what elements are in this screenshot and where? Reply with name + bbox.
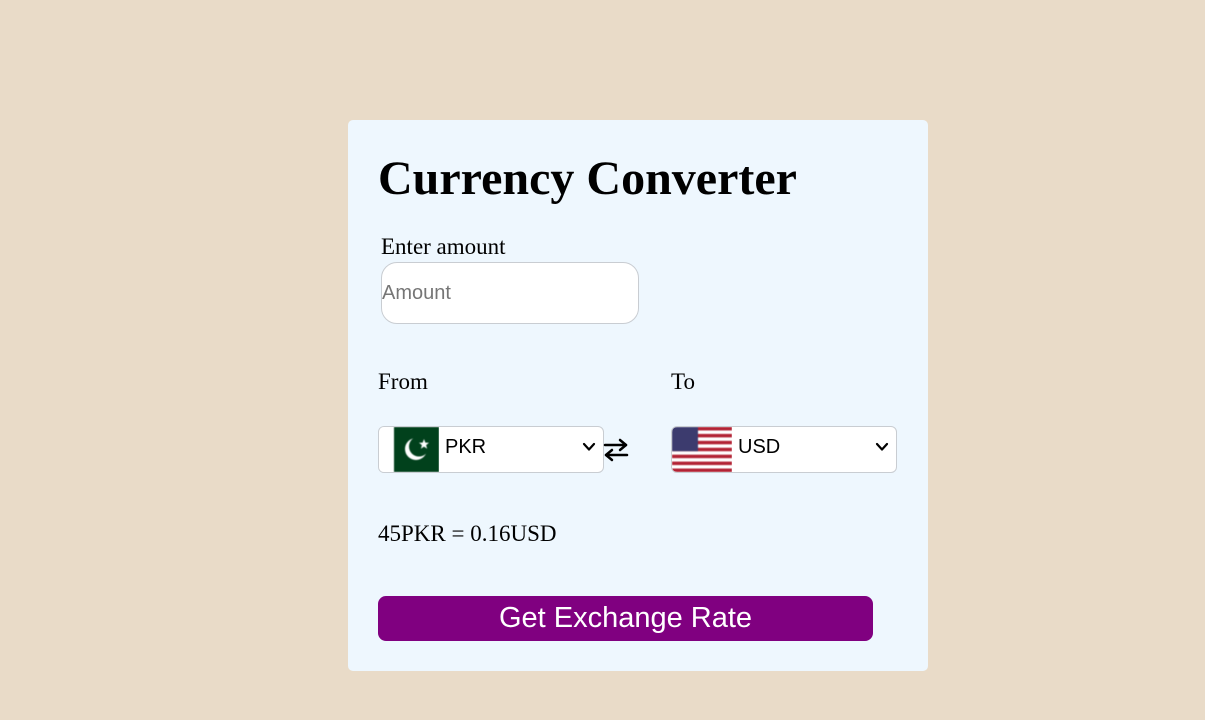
pakistan-flag-icon: [379, 427, 439, 472]
from-currency-value: PKR: [445, 436, 487, 458]
swap-arrows-icon[interactable]: [602, 436, 630, 464]
page-title: Currency Converter: [378, 152, 797, 205]
exchange-result: 45PKR = 0.16USD: [378, 521, 557, 546]
from-label: From: [378, 369, 428, 394]
chevron-down-icon: [875, 442, 889, 451]
converter-card: Currency Converter Enter amount From To …: [348, 120, 928, 671]
from-currency-select[interactable]: PKR: [378, 426, 604, 473]
amount-label: Enter amount: [381, 234, 506, 259]
usa-flag-icon: [672, 427, 732, 472]
chevron-down-icon: [582, 442, 596, 451]
to-label: To: [671, 369, 695, 394]
get-exchange-rate-button[interactable]: Get Exchange Rate: [378, 596, 873, 641]
to-currency-select[interactable]: USD: [671, 426, 897, 473]
amount-input[interactable]: [381, 262, 639, 324]
to-currency-value: USD: [738, 436, 781, 458]
